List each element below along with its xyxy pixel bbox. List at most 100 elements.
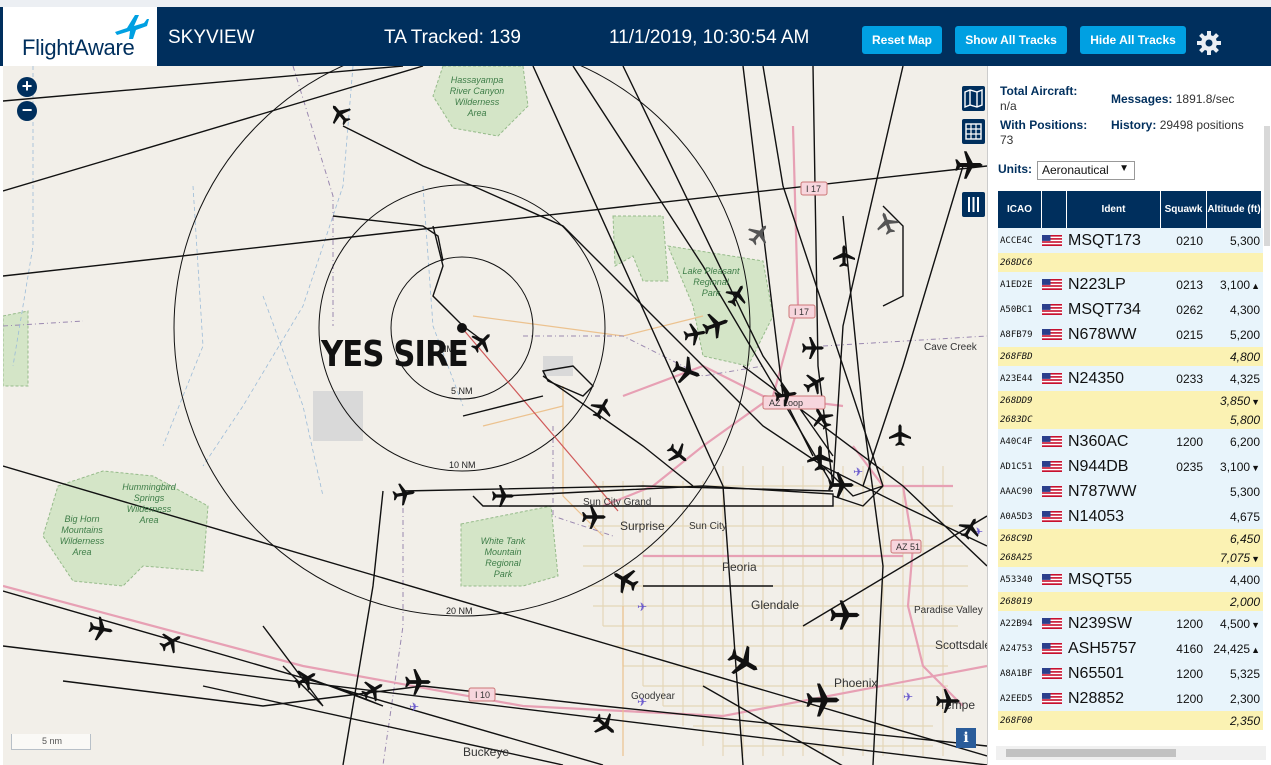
label-hummingbird-4: Area: [138, 515, 158, 525]
col-flag[interactable]: [1042, 191, 1067, 228]
altitude-value: 4,800: [1229, 349, 1260, 364]
info-button[interactable]: i: [956, 728, 976, 748]
table-row[interactable]: 268019 2,000: [998, 592, 1263, 611]
major-roads: [3, 125, 987, 718]
altitude-value: 3,100: [1220, 459, 1251, 474]
table-row[interactable]: A53340 MSQT55 4,400: [998, 567, 1263, 592]
col-altitude[interactable]: Altitude (ft): [1207, 191, 1262, 228]
grid-icon: [965, 123, 982, 140]
map-icon: [964, 88, 983, 109]
altitude-cell: 4,400: [1207, 573, 1262, 587]
table-row[interactable]: 268A25 7,075▼: [998, 548, 1263, 567]
ident-cell: N787WW: [1068, 482, 1137, 500]
squawk-cell: 1200: [1176, 691, 1203, 706]
table-row[interactable]: A24753 ASH5757 4160 24,425▲: [998, 636, 1263, 661]
grid-toggle-button[interactable]: [962, 119, 985, 144]
us-flag-icon: [1042, 643, 1062, 654]
descend-arrow-icon: ▼: [1251, 553, 1260, 564]
aircraft-icon: [588, 708, 622, 742]
reset-map-button[interactable]: Reset Map: [862, 26, 942, 54]
altitude-value: 4,325: [1229, 371, 1260, 386]
scale-label: 5 nm: [41, 736, 62, 746]
icao-cell: A23E44: [1000, 373, 1033, 384]
stat-label: With Positions:: [1000, 118, 1088, 132]
bearing-line: [461, 327, 619, 512]
table-row[interactable]: 268C9D 6,450: [998, 529, 1263, 548]
table-row[interactable]: 268DC6: [998, 253, 1263, 272]
scrollbar-thumb[interactable]: [1006, 749, 1176, 757]
table-row[interactable]: A0A5D3 N14053 4,675: [998, 504, 1263, 529]
altitude-value: 3,100: [1220, 277, 1251, 292]
altitude-value: 5,325: [1229, 666, 1260, 681]
us-flag-icon: [1042, 574, 1062, 585]
svg-text:✈: ✈: [637, 600, 647, 614]
us-flag-icon: [1042, 668, 1062, 679]
altitude-cell: 4,300: [1207, 303, 1262, 317]
icao-cell: A2EED5: [1000, 693, 1033, 704]
table-row[interactable]: A22B94 N239SW 1200 4,500▼: [998, 611, 1263, 636]
table-row[interactable]: A1ED2E N223LP 0213 3,100▲: [998, 272, 1263, 297]
flightaware-logo[interactable]: FlightAware: [3, 7, 157, 66]
map-layers-button[interactable]: [962, 86, 985, 111]
label-hassayampa-3: Wilderness: [455, 97, 500, 107]
table-row[interactable]: 2683DC 5,800: [998, 410, 1263, 429]
aircraft-icon: [799, 367, 831, 399]
ident-cell: ASH5757: [1068, 639, 1137, 657]
ident-cell: N360AC: [1068, 432, 1129, 450]
us-flag-icon: [1042, 486, 1062, 497]
stat-total-aircraft: Total Aircraft: n/a: [1000, 84, 1100, 114]
horizontal-scrollbar[interactable]: [996, 746, 1266, 760]
icao-cell: A8FB79: [1000, 329, 1033, 340]
table-header: ICAO Ident Squawk Altitude (ft): [998, 191, 1263, 228]
sidebar-toggle-button[interactable]: [962, 192, 985, 217]
descend-arrow-icon: ▼: [1251, 396, 1260, 407]
show-all-tracks-button[interactable]: Show All Tracks: [955, 26, 1067, 54]
zoom-out-button[interactable]: −: [17, 101, 37, 121]
table-row[interactable]: 268DD9 3,850▼: [998, 391, 1263, 410]
city-sun-city: Sun City: [689, 521, 727, 532]
gear-icon[interactable]: [1196, 30, 1222, 56]
table-row[interactable]: A8A1BF N65501 1200 5,325: [998, 661, 1263, 686]
table-row[interactable]: AAAC90 N787WW 5,300: [998, 479, 1263, 504]
table-row[interactable]: A8FB79 N678WW 0215 5,200: [998, 322, 1263, 347]
table-row[interactable]: A40C4F N360AC 1200 6,200: [998, 429, 1263, 454]
city-scottsdale: Scottsdale: [935, 638, 987, 652]
icao-cell: A53340: [1000, 574, 1033, 585]
icao-cell: A8A1BF: [1000, 668, 1033, 679]
vertical-scrollbar[interactable]: [1264, 126, 1270, 246]
col-squawk[interactable]: Squawk: [1161, 191, 1207, 228]
table-row[interactable]: 268F00 2,350: [998, 711, 1263, 730]
col-icao[interactable]: ICAO: [998, 191, 1042, 228]
ident-cell: MSQT734: [1068, 300, 1141, 318]
table-row[interactable]: A50BC1 MSQT734 0262 4,300: [998, 297, 1263, 322]
icao-cell: 2683DC: [1000, 414, 1033, 425]
altitude-cell: 3,850▼: [1207, 394, 1262, 408]
units-select[interactable]: Aeronautical ▼: [1037, 161, 1135, 180]
label-hummingbird-1: Hummingbird: [122, 482, 177, 492]
park-areas: [3, 66, 774, 587]
altitude-cell: 2,000: [1207, 595, 1262, 609]
hide-all-tracks-button[interactable]: Hide All Tracks: [1080, 26, 1186, 54]
altitude-value: 4,400: [1229, 572, 1260, 587]
climb-arrow-icon: ▲: [1251, 644, 1260, 655]
table-row[interactable]: 268FBD 4,800: [998, 347, 1263, 366]
zoom-in-button[interactable]: +: [17, 77, 37, 97]
us-flag-icon: [1042, 279, 1062, 290]
label-hassayampa-4: Area: [466, 108, 486, 118]
aircraft-icon: [743, 218, 775, 250]
table-row[interactable]: A2EED5 N28852 1200 2,300: [998, 686, 1263, 711]
city-surprise: Surprise: [620, 519, 665, 533]
ring-label-20nm: 20 NM: [446, 606, 473, 616]
table-row[interactable]: ACCE4C MSQT173 0210 5,300: [998, 228, 1263, 253]
table-row[interactable]: A23E44 N24350 0233 4,325: [998, 366, 1263, 391]
stat-value: n/a: [1000, 99, 1017, 113]
altitude-value: 6,450: [1229, 531, 1260, 546]
map-view[interactable]: NM 5 NM 10 NM 20 NM Cave Creek Sun City …: [3, 66, 987, 765]
climb-arrow-icon: ▲: [1251, 280, 1260, 291]
col-ident[interactable]: Ident: [1067, 191, 1161, 228]
map-canvas[interactable]: NM 5 NM 10 NM 20 NM Cave Creek Sun City …: [3, 66, 987, 765]
altitude-cell: 4,500▼: [1207, 617, 1262, 631]
flag-cell: [1042, 693, 1067, 704]
table-row[interactable]: AD1C51 N944DB 0235 3,100▼: [998, 454, 1263, 479]
label-lake-1: Lake Pleasant: [682, 266, 740, 276]
